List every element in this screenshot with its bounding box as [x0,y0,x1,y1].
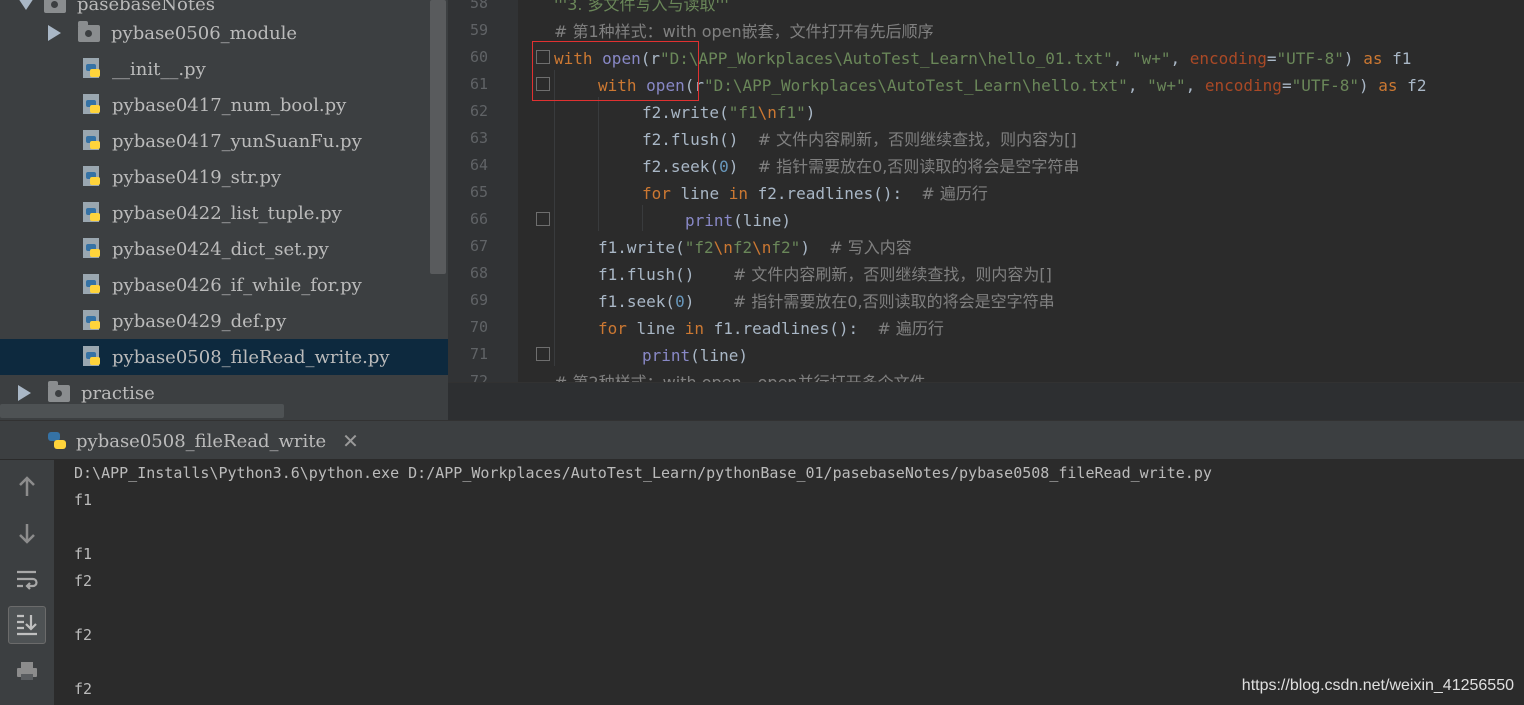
console-line: D:\APP_Installs\Python3.6\python.exe D:/… [74,464,1212,482]
watermark-text: https://blog.csdn.net/weixin_41256550 [1241,677,1514,694]
run-tab[interactable]: pybase0508_fileRead_write ✕ [46,421,359,461]
folder-icon [44,0,66,13]
python-icon [48,432,66,449]
code-line-64: f2.seek(0) # 指针需要放在0,否则读取的将会是空字符串 [642,157,1080,176]
tree-vertical-scrollbar[interactable] [430,0,446,274]
line-number: 71 [469,345,488,363]
python-file-icon [83,238,100,258]
code-line-67: f1.write("f2\nf2\nf2") # 写入内容 [598,238,912,257]
python-file-icon [83,166,100,186]
line-number: 68 [469,264,488,282]
tree-file-def[interactable]: pybase0429_def.py [0,303,448,339]
console-output[interactable]: D:\APP_Installs\Python3.6\python.exe D:/… [54,460,1524,705]
line-number: 60 [469,48,488,66]
line-number: 70 [469,318,488,336]
tree-folder-pybase0506-module[interactable]: pybase0506_module [0,15,448,51]
console-line: f1 [74,545,93,563]
down-arrow-icon[interactable] [8,514,46,552]
code-line-69: f1.seek(0) # 指针需要放在0,否则读取的将会是空字符串 [598,292,1055,311]
tree-item-label: pybase0508_fileRead_write.py [112,346,390,368]
tree-item-label: pybase0422_list_tuple.py [112,202,342,224]
expand-arrow-icon[interactable] [18,0,34,10]
tree-file-if-while-for[interactable]: pybase0426_if_while_for.py [0,267,448,303]
console-line: f2 [74,572,93,590]
folder-icon [48,380,70,402]
indent-guide [642,205,643,231]
collapse-arrow-icon[interactable] [48,25,61,41]
code-line-68: f1.flush() # 文件内容刷新，否则继续查找，则内容为[] [598,265,1052,284]
collapse-arrow-icon[interactable] [18,385,31,401]
editor-status-strip [448,382,1524,420]
tree-file-num-bool[interactable]: pybase0417_num_bool.py [0,87,448,123]
code-line-72: # 第2种样式：with open，open并行打开多个文件 [554,369,926,382]
line-number: 66 [469,210,488,228]
fold-marker-icon[interactable] [536,212,550,226]
console-line: f2 [74,680,93,698]
line-number: 62 [469,102,488,120]
tree-item-label: pybase0426_if_while_for.py [112,274,362,296]
code-line-70: for line in f1.readlines(): # 遍历行 [598,319,944,338]
tree-file-str[interactable]: pybase0419_str.py [0,159,448,195]
up-arrow-icon[interactable] [8,468,46,506]
soft-wrap-icon[interactable] [8,560,46,598]
python-file-icon [83,310,100,330]
tree-horizontal-scrollbar[interactable] [0,404,284,418]
tree-item-label: pybase0424_dict_set.py [112,238,329,260]
annotation-highlight-box [532,41,699,101]
folder-icon [78,20,100,42]
tree-item-label: pybase0429_def.py [112,310,287,332]
line-number: 67 [469,237,488,255]
line-number: 69 [469,291,488,309]
line-number: 58 [469,0,488,12]
python-file-icon [83,94,100,114]
code-line-65: for line in f2.readlines(): # 遍历行 [642,184,988,203]
print-icon[interactable] [8,652,46,690]
fold-marker-icon[interactable] [536,347,550,361]
python-file-icon [83,346,100,366]
line-number: 65 [469,183,488,201]
python-file-icon [83,202,100,222]
indent-guide [598,97,599,231]
tree-file-init[interactable]: __init__.py [0,51,448,87]
tree-file-dict-set[interactable]: pybase0424_dict_set.py [0,231,448,267]
line-number: 61 [469,75,488,93]
run-tab-bar: pybase0508_fileRead_write ✕ [0,420,1524,460]
tree-item-label: pybase0419_str.py [112,166,282,188]
python-file-icon [83,58,100,78]
tree-item-label: practise [81,382,155,404]
code-line-71: print(line) [642,346,748,365]
line-number: 72 [469,372,488,382]
code-line-58: '''3. 多文件写入与读取''' [554,0,729,14]
run-toolbar [0,460,54,705]
tree-item-label: pybase0417_yunSuanFu.py [112,130,362,152]
indent-guide [554,70,555,366]
tree-file-list-tuple[interactable]: pybase0422_list_tuple.py [0,195,448,231]
code-line-66: print(line) [685,211,791,230]
python-file-icon [83,274,100,294]
console-line: f2 [74,626,93,644]
tree-item-label: __init__.py [112,58,206,80]
run-tab-label: pybase0508_fileRead_write [76,430,327,452]
tree-item-label: pybase0417_num_bool.py [112,94,347,116]
tree-file-fileread-write[interactable]: pybase0508_fileRead_write.py [0,339,448,375]
project-tree: pasebaseNotes pybase0506_module __init__… [0,0,448,420]
tree-item-label: pybase0506_module [111,22,298,44]
tree-item-label: pasebaseNotes [77,0,215,15]
console-line: f1 [74,491,93,509]
close-icon[interactable]: ✕ [342,429,359,453]
line-number: 59 [469,21,488,39]
code-line-61: with open(r"D:\APP_Workplaces\AutoTest_L… [598,76,1427,95]
tree-file-yunsuanfu[interactable]: pybase0417_yunSuanFu.py [0,123,448,159]
python-file-icon [83,130,100,150]
line-number: 64 [469,156,488,174]
code-line-62: f2.write("f1\nf1") [642,103,816,122]
code-line-63: f2.flush() # 文件内容刷新，否则继续查找，则内容为[] [642,130,1077,149]
line-number: 63 [469,129,488,147]
scroll-to-end-icon[interactable] [8,606,46,644]
